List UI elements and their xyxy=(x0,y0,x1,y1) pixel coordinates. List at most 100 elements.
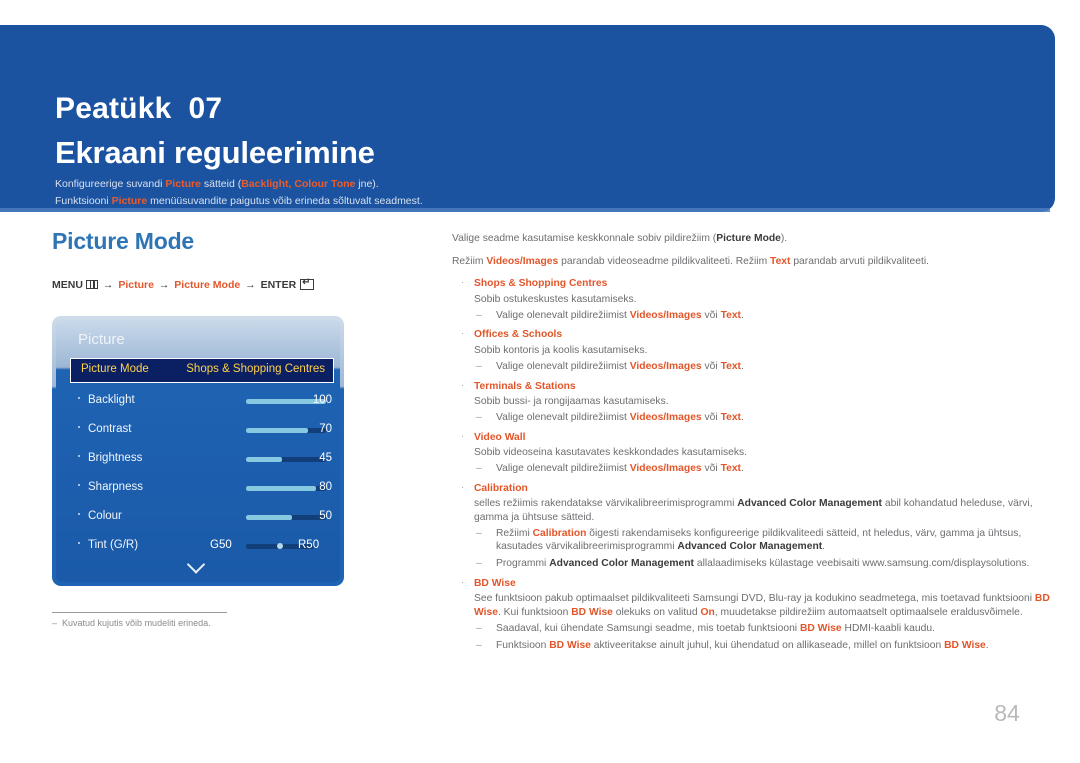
bd-sub1-a: Saadaval, kui ühendate Samsungi seadme, … xyxy=(496,622,800,634)
list-item: · Shops & Shopping Centres Sobib ostukes… xyxy=(452,277,1052,322)
footnote-divider xyxy=(52,612,227,613)
bullet-heading: Offices & Schools xyxy=(474,329,563,341)
bullet-shops: · Shops & Shopping Centres Sobib ostukes… xyxy=(452,277,1052,322)
tint-right-value: R50 xyxy=(298,539,320,551)
tv-row-label: Tint (G/R) xyxy=(88,539,139,551)
tv-row-colour[interactable]: Colour 50 xyxy=(70,508,334,537)
chevron-down-icon[interactable] xyxy=(190,558,207,568)
breadcrumb-menu-label: MENU xyxy=(52,279,83,291)
tv-row-label: Contrast xyxy=(88,423,132,435)
sub-videos-images: Videos/Images xyxy=(629,411,702,423)
bd-body-g: , muudetakse pildirežiim automaatselt op… xyxy=(714,607,1023,619)
cal-sub1-calibration: Calibration xyxy=(532,527,587,539)
tv-row-contrast[interactable]: Contrast 70 xyxy=(70,421,334,450)
banner-sub1-c: sätteid ( xyxy=(200,178,242,190)
sub-text: Text xyxy=(720,411,741,423)
bd-body-on: On xyxy=(700,607,715,619)
sub-note: ‒ Valige olenevalt pildirežiimist Videos… xyxy=(474,462,1052,476)
bullet-mark-icon: · xyxy=(461,379,464,390)
bd-sub2-d: BD Wise xyxy=(944,639,986,651)
banner-sub2-a: Funktsiooni xyxy=(55,195,112,207)
bullet-heading: Calibration xyxy=(474,482,528,494)
sub-c: või xyxy=(701,360,721,372)
tv-row-value: Shops & Shopping Centres xyxy=(186,363,325,375)
bullet-mark-icon: · xyxy=(461,576,464,587)
footnote-dash: ‒ xyxy=(52,618,58,628)
tv-row-sharpness[interactable]: Sharpness 80 xyxy=(70,479,334,508)
bullet-dot-icon xyxy=(78,542,80,544)
sub-text: Text xyxy=(720,360,741,372)
list-item: · BD Wise See funktsioon pakub optimaals… xyxy=(452,577,1052,652)
sub-note: ‒ Funktsioon BD Wise aktiveeritakse ainu… xyxy=(474,639,1052,653)
intro2-e: parandab arvuti pildikvaliteeti. xyxy=(790,255,929,267)
sub-a: Valige olenevalt pildirežiimist xyxy=(496,309,630,321)
bd-body-e: olekuks on valitud xyxy=(612,607,701,619)
sub-mark-icon: ‒ xyxy=(476,558,482,570)
slider-fill xyxy=(246,457,282,462)
sub-mark-icon: ‒ xyxy=(476,360,482,372)
tv-row-picture-mode[interactable]: Picture Mode Shops & Shopping Centres xyxy=(70,358,334,383)
breadcrumb-arrow-1: → xyxy=(102,279,114,291)
tint-left-value: G50 xyxy=(210,539,232,551)
slider-knob[interactable] xyxy=(277,543,283,549)
sub-c: või xyxy=(701,411,721,423)
tv-row-brightness[interactable]: Brightness 45 xyxy=(70,450,334,479)
intro2-a: Režiim xyxy=(452,255,487,267)
intro-paragraph-1: Valige seadme kasutamise keskkonnale sob… xyxy=(452,232,1052,246)
chapter-word: Peatükk xyxy=(55,92,172,125)
tv-row-value: 80 xyxy=(319,481,332,493)
banner-subtitle-1: Konfigureerige suvandi Picture sätteid (… xyxy=(55,178,379,190)
bd-sub1-c: HDMI-kaabli kaudu. xyxy=(841,622,935,634)
bullet-dot-icon xyxy=(78,426,80,428)
bd-sub2-c: aktiveeritakse ainult juhul, kui ühendat… xyxy=(590,639,945,651)
sub-mark-icon: ‒ xyxy=(476,309,482,321)
bullet-dot-icon xyxy=(78,455,80,457)
bd-body-c: . Kui funktsioon xyxy=(497,607,572,619)
sub-a: Valige olenevalt pildirežiimist xyxy=(496,462,630,474)
list-item: · Video Wall Sobib videoseina kasutavate… xyxy=(452,431,1052,476)
bd-sub2-a: Funktsioon xyxy=(496,639,550,651)
cal-sub2-acm: Advanced Color Management xyxy=(549,558,694,570)
page-number-value: 84 xyxy=(994,700,1020,726)
cal-sub1-a: Režiimi xyxy=(496,527,533,539)
sub-note: ‒ Režiimi Calibration õigesti rakendamis… xyxy=(474,527,1052,554)
tv-row-label: Brightness xyxy=(88,452,143,464)
intro1-a: Valige seadme kasutamise keskkonnale sob… xyxy=(452,233,717,244)
list-item: · Terminals & Stations Sobib bussi- ja r… xyxy=(452,380,1052,425)
sub-videos-images: Videos/Images xyxy=(629,309,702,321)
tv-row-label: Backlight xyxy=(88,394,135,406)
tv-row-value: 50 xyxy=(319,510,332,522)
footnote-text: Kuvatud kujutis võib mudeliti erineda. xyxy=(62,618,211,628)
breadcrumb-arrow-3: → xyxy=(245,279,256,291)
tv-menu-inner: Picture Picture Mode Shops & Shopping Ce… xyxy=(56,320,340,582)
banner-sub1-e: jne). xyxy=(355,178,379,190)
sub-mark-icon: ‒ xyxy=(476,462,482,474)
banner-subtitle-2: Funktsiooni Picture menüüsuvandite paigu… xyxy=(55,195,423,207)
intro1-c: ). xyxy=(780,233,788,244)
footnote: ‒ Kuvatud kujutis võib mudeliti erineda. xyxy=(52,618,211,628)
cal-body-a: selles režiimis rakendatakse värvikalibr… xyxy=(474,498,738,510)
breadcrumb-enter-label: ENTER xyxy=(260,279,297,291)
bullet-mark-icon: · xyxy=(461,328,464,339)
bullet-heading: BD Wise xyxy=(474,577,516,589)
breadcrumb-item-picture-mode: Picture Mode xyxy=(174,279,241,291)
breadcrumb: MENU → Picture → Picture Mode → ENTER xyxy=(52,277,397,291)
cal-sub1-e: . xyxy=(822,541,826,553)
tv-row-backlight[interactable]: Backlight 100 xyxy=(70,392,334,421)
sub-e: . xyxy=(740,360,744,372)
enter-icon xyxy=(300,277,315,290)
tv-row-label: Colour xyxy=(88,510,122,522)
right-column: Valige seadme kasutamise keskkonnale sob… xyxy=(452,232,1052,658)
tv-row-value: 45 xyxy=(319,452,332,464)
bd-body-d: BD Wise xyxy=(571,607,613,619)
bd-sub2-e: . xyxy=(985,639,989,651)
breadcrumb-arrow-2: → xyxy=(158,279,170,291)
tv-menu-heading: Picture xyxy=(78,331,125,348)
cal-body-acm: Advanced Color Management xyxy=(737,498,882,510)
chapter-number: 07 xyxy=(188,92,223,125)
sub-e: . xyxy=(740,462,744,474)
sub-note: ‒ Valige olenevalt pildirežiimist Videos… xyxy=(474,309,1052,323)
sub-videos-images: Videos/Images xyxy=(629,462,702,474)
bullet-body: See funktsioon pakub optimaalset pildikv… xyxy=(474,592,1052,619)
bullet-mark-icon: · xyxy=(461,277,464,288)
